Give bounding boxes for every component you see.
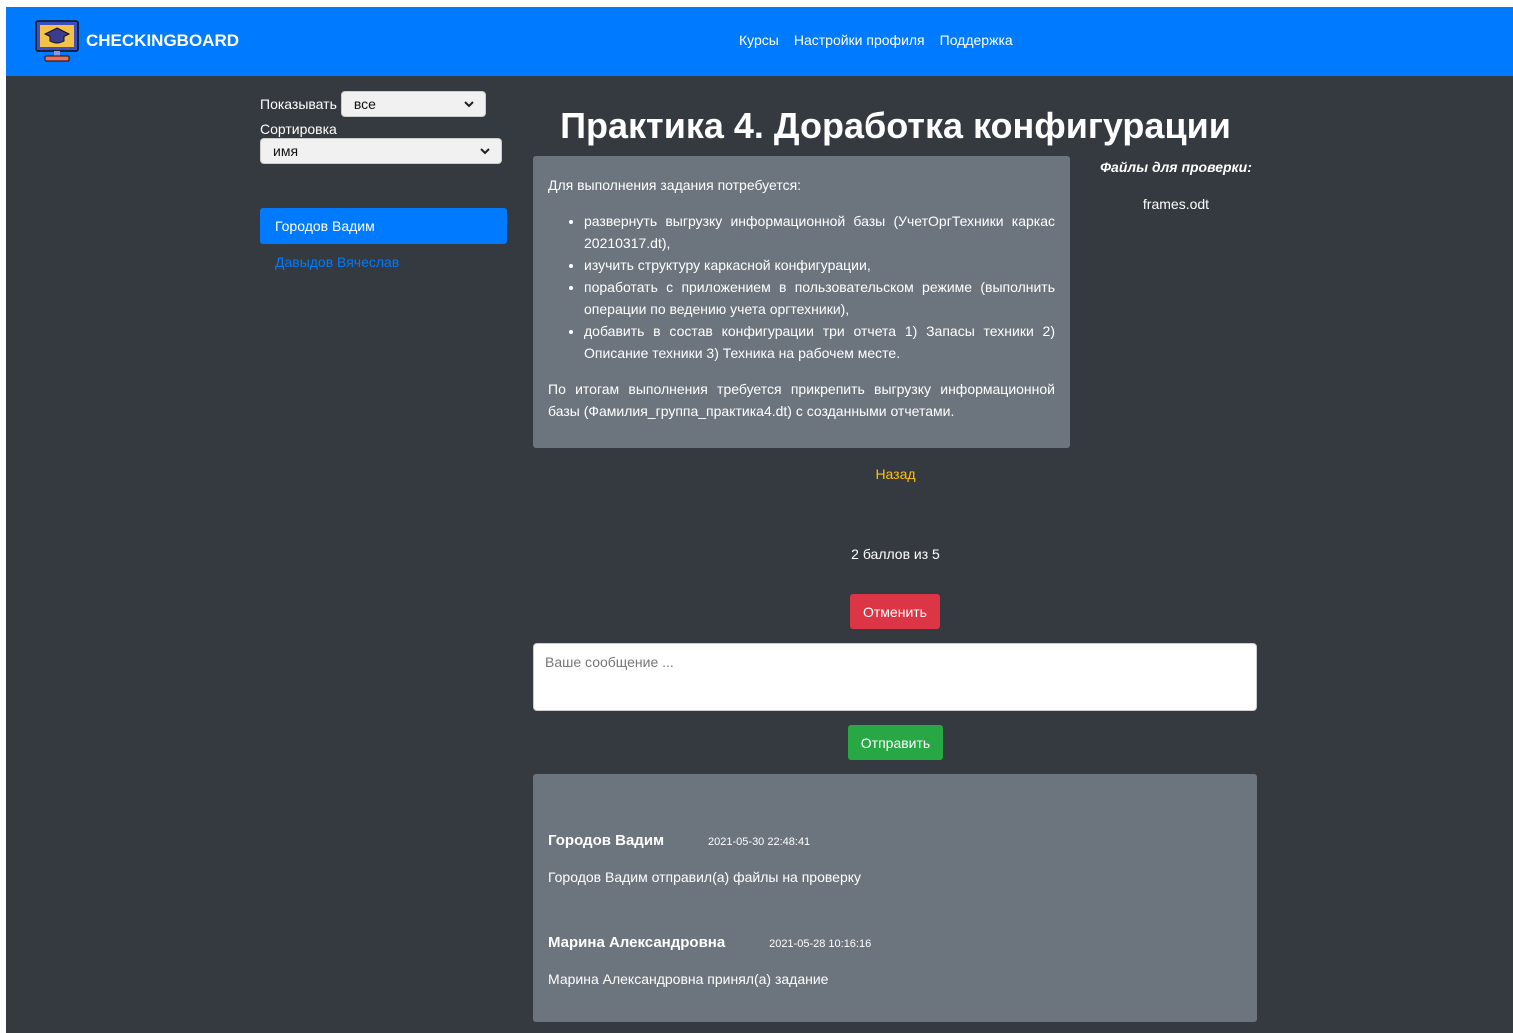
score-text: 2 баллов из 5 — [851, 546, 940, 562]
brand-link[interactable]: CHECKINGBOARD — [34, 19, 239, 63]
comment-item: Марина Александровна 2021-05-28 10:16:16… — [548, 934, 871, 987]
comment-timestamp: 2021-05-30 22:48:41 — [708, 836, 811, 848]
task-description-card: Для выполнения задания потребуется: разв… — [533, 156, 1070, 448]
show-filter-row: Показывать все — [260, 91, 504, 117]
brand-name: CHECKINGBOARD — [86, 31, 239, 50]
task-requirement: развернуть выгрузку информационной базы … — [584, 210, 1055, 254]
chevron-down-icon — [480, 148, 490, 155]
task-requirement: поработать с приложением в пользовательс… — [584, 276, 1055, 320]
comments-panel: Городов Вадим 2021-05-30 22:48:41 Городо… — [533, 774, 1257, 1022]
task-intro: Для выполнения задания потребуется: — [548, 177, 802, 193]
show-select-value: все — [353, 96, 376, 112]
nav-links: Курсы Настройки профиля Поддержка — [739, 32, 1013, 48]
nav-link-courses[interactable]: Курсы — [739, 32, 779, 48]
send-button[interactable]: Отправить — [848, 725, 943, 760]
cancel-button[interactable]: Отменить — [850, 594, 940, 629]
sort-select-value: имя — [273, 143, 299, 159]
task-requirement: изучить структуру каркасной конфигурации… — [584, 254, 1055, 276]
files-title: Файлы для проверки: — [1100, 159, 1252, 175]
comment-text: Марина Александровна принял(а) задание — [548, 971, 829, 987]
navbar: CHECKINGBOARD Курсы Настройки профиля По… — [6, 7, 1513, 76]
student-item-davydov[interactable]: Давыдов Вячеслав — [260, 244, 507, 280]
message-input[interactable] — [533, 643, 1257, 711]
nav-link-profile-settings[interactable]: Настройки профиля — [794, 32, 925, 48]
task-requirements-list: развернуть выгрузку информационной базы … — [548, 210, 1055, 364]
sort-select[interactable]: имя — [260, 138, 502, 164]
task-requirement: добавить в состав конфигурации три отчет… — [584, 320, 1055, 364]
comment-timestamp: 2021-05-28 10:16:16 — [769, 938, 872, 950]
show-select[interactable]: все — [340, 91, 486, 117]
student-item-gorodov[interactable]: Городов Вадим — [260, 208, 507, 244]
comment-author: Марина Александровна — [548, 934, 726, 951]
comment-item: Городов Вадим 2021-05-30 22:48:41 Городо… — [548, 832, 861, 885]
comment-text: Городов Вадим отправил(а) файлы на прове… — [548, 869, 862, 885]
app-frame: CHECKINGBOARD Курсы Настройки профиля По… — [6, 7, 1513, 1033]
nav-link-support[interactable]: Поддержка — [940, 32, 1013, 48]
page-title: Практика 4. Доработка конфигурации — [560, 105, 1231, 146]
comment-author: Городов Вадим — [548, 832, 665, 849]
back-link[interactable]: Назад — [533, 466, 1258, 482]
chevron-down-icon — [464, 101, 474, 108]
sort-label: Сортировка — [260, 121, 337, 137]
graduation-monitor-icon — [35, 20, 79, 62]
file-link[interactable]: frames.odt — [1086, 196, 1266, 212]
task-outro: По итогам выполнения требуется прикрепит… — [548, 381, 1055, 419]
show-label: Показывать — [260, 96, 337, 112]
student-list: Городов Вадим Давыдов Вячеслав — [260, 208, 507, 280]
sidebar: Показывать все Сортировка имя Городов Ва… — [260, 91, 507, 280]
